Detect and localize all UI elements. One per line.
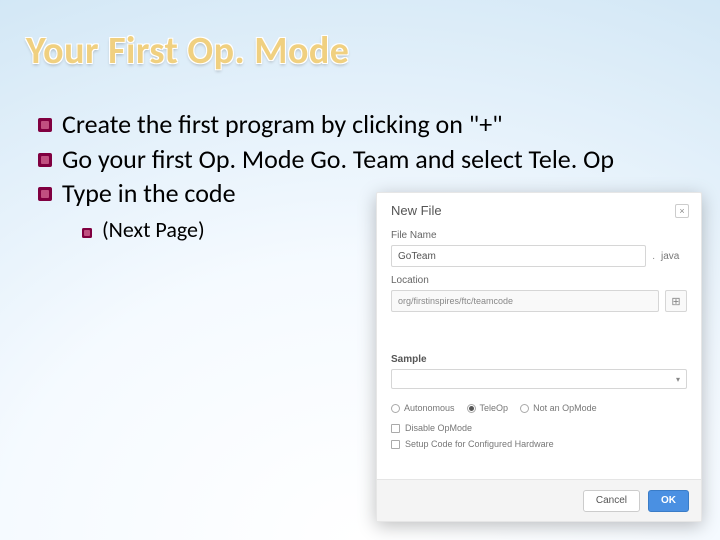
checkbox-group: Disable OpMode Setup Code for Configured…: [391, 423, 687, 449]
radio-icon: [520, 404, 529, 413]
chevron-down-icon: ▾: [676, 375, 680, 384]
location-path: org/firstinspires/ftc/teamcode: [391, 290, 659, 312]
checkbox-label: Setup Code for Configured Hardware: [405, 439, 554, 449]
dialog-title: New File: [391, 203, 442, 218]
bullet-icon: [38, 187, 52, 201]
sample-section: Sample ▾: [391, 354, 687, 389]
radio-label: Autonomous: [404, 403, 455, 413]
list-item: Go your first Op. Mode Go. Team and sele…: [38, 143, 678, 176]
radio-autonomous[interactable]: Autonomous: [391, 403, 455, 413]
location-label: Location: [391, 275, 687, 286]
checkbox-icon: [391, 440, 400, 449]
radio-label: Not an OpMode: [533, 403, 597, 413]
radio-icon: [391, 404, 400, 413]
checkbox-icon: [391, 424, 400, 433]
bullet-text: Type in the code: [62, 177, 236, 210]
close-icon[interactable]: ×: [675, 204, 689, 218]
dialog-footer: Cancel OK: [377, 479, 701, 521]
file-ext-dot: .: [652, 251, 655, 262]
checkbox-setup-code[interactable]: Setup Code for Configured Hardware: [391, 439, 687, 449]
cancel-button[interactable]: Cancel: [583, 490, 640, 512]
bullet-icon: [38, 153, 52, 167]
file-name-input[interactable]: [391, 245, 646, 267]
slide-title: Your First Op. Mode: [26, 28, 349, 74]
bullet-text: Create the first program by clicking on …: [62, 108, 503, 141]
file-ext-label: java: [661, 251, 687, 262]
bullet-icon: [38, 118, 52, 132]
browse-button[interactable]: ⊞: [665, 290, 687, 312]
checkbox-label: Disable OpMode: [405, 423, 472, 433]
new-file-dialog: New File × File Name . java Location org…: [376, 192, 702, 522]
location-row: org/firstinspires/ftc/teamcode ⊞: [391, 290, 687, 312]
ok-button[interactable]: OK: [648, 490, 689, 512]
radio-teleop[interactable]: TeleOp: [467, 403, 509, 413]
sample-select[interactable]: ▾: [391, 369, 687, 389]
radio-label: TeleOp: [480, 403, 509, 413]
radio-not-opmode[interactable]: Not an OpMode: [520, 403, 597, 413]
list-item: Create the first program by clicking on …: [38, 108, 678, 141]
checkbox-disable-opmode[interactable]: Disable OpMode: [391, 423, 687, 433]
browse-icon: ⊞: [671, 295, 680, 308]
file-name-row: . java: [391, 245, 687, 267]
sample-label: Sample: [391, 354, 687, 365]
opmode-radio-group: Autonomous TeleOp Not an OpMode: [391, 403, 687, 413]
bullet-text: Go your first Op. Mode Go. Team and sele…: [62, 143, 614, 176]
sub-bullet-icon: [82, 224, 92, 234]
dialog-header: New File ×: [377, 193, 701, 222]
radio-icon: [467, 404, 476, 413]
sub-bullet-text: (Next Page): [102, 216, 205, 243]
file-name-label: File Name: [391, 230, 687, 241]
